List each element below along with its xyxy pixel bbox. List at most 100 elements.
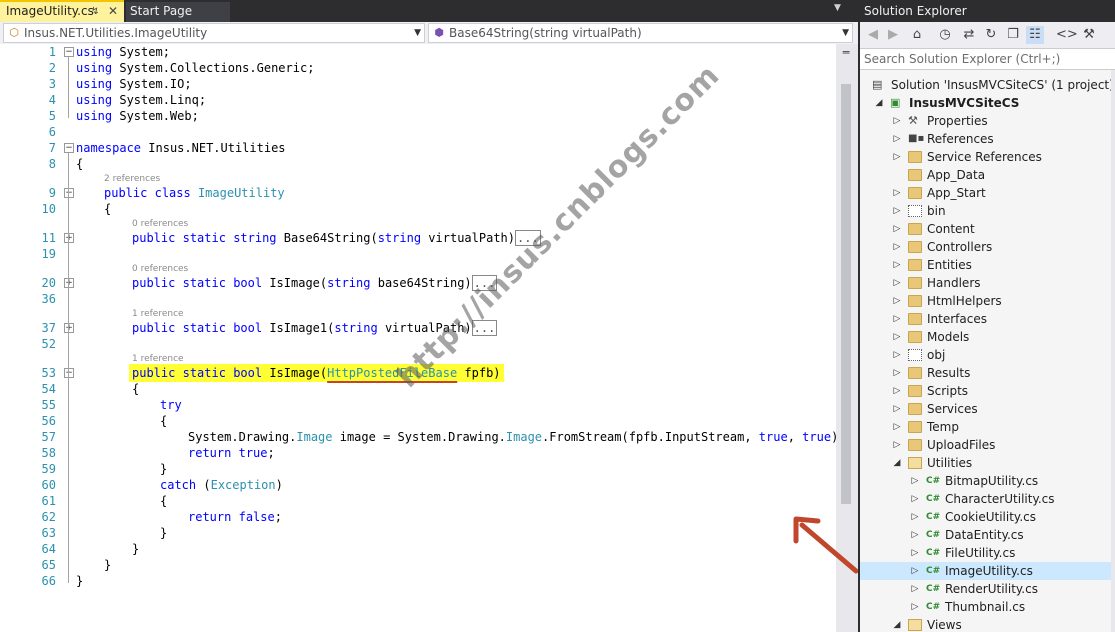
collapsed-arrow-icon[interactable]: ▷ [910,562,920,580]
code-editor[interactable]: ImageUtility.cs ↯ ✕ Start Page ▼ ⬡ Insus.… [0,0,858,632]
class-dropdown[interactable]: ⬡ Insus.NET.Utilities.ImageUtility ▼ [3,23,425,43]
code-line[interactable]: public static bool IsImage(string base64… [132,275,498,291]
show-all-files-icon[interactable]: ☷ [1026,26,1044,44]
collapsed-arrow-icon[interactable]: ▷ [892,274,902,292]
tree-item[interactable]: ▷ Models [860,328,1115,346]
close-icon[interactable]: ✕ [108,2,118,21]
expanded-arrow-icon[interactable]: ◢ [892,454,902,472]
collapsed-arrow-icon[interactable]: ▷ [910,580,920,598]
code-line[interactable]: using System.Linq; [76,92,206,108]
collapsed-arrow-icon[interactable]: ▷ [892,130,902,148]
history-icon[interactable]: ◷ [936,26,954,44]
vertical-scrollbar[interactable] [1111,70,1115,632]
code-line[interactable]: } [76,573,83,589]
tab-imageutility[interactable]: ImageUtility.cs ↯ ✕ [0,0,124,24]
code-area[interactable]: 1 using System; −2 using System.Collections… [0,44,846,632]
code-line[interactable]: System.Drawing.Image image = System.Draw… [188,429,846,445]
collapsed-arrow-icon[interactable]: ▷ [910,598,920,616]
tree-item[interactable]: ▷ ■▪ References [860,130,1115,148]
tree-item[interactable]: ▷ Handlers [860,274,1115,292]
collapsed-arrow-icon[interactable]: ▷ [910,490,920,508]
collapse-icon[interactable]: − [64,368,74,378]
home-icon[interactable]: ⌂ [908,26,926,44]
code-line[interactable]: { [104,201,111,217]
forward-icon[interactable]: ▶ [884,26,902,44]
tree-item[interactable]: ◢ ▣ InsusMVCSiteCS [860,94,1115,112]
collapsed-arrow-icon[interactable]: ▷ [892,292,902,310]
code-line[interactable]: { [160,493,167,509]
code-lens-references[interactable]: 1 reference [132,308,184,320]
tree-item[interactable]: ▷ C# BitmapUtility.cs [860,472,1115,490]
chevron-down-icon[interactable]: ▼ [414,24,421,42]
collapse-all-icon[interactable]: ❐ [1004,26,1022,44]
tree-item[interactable]: ▷ bin [860,202,1115,220]
tree-item[interactable]: ▷ Controllers [860,238,1115,256]
tree-item[interactable]: ◢ Views [860,616,1115,632]
code-line[interactable]: } [160,525,167,541]
collapsed-arrow-icon[interactable]: ▷ [892,400,902,418]
expand-icon[interactable]: + [64,233,74,243]
code-lens-references[interactable]: 0 references [132,263,188,275]
tree-item[interactable]: ▷ C# DataEntity.cs [860,526,1115,544]
code-line[interactable]: { [160,413,167,429]
collapsed-arrow-icon[interactable]: ▷ [910,508,920,526]
code-line[interactable]: using System.Collections.Generic; [76,60,314,76]
tree-item[interactable]: ▷ Service References [860,148,1115,166]
tree-item[interactable]: ▷ Entities [860,256,1115,274]
tree-item[interactable]: ▷ C# CookieUtility.cs [860,508,1115,526]
code-line[interactable]: public static string Base64String(string… [132,230,541,246]
collapsed-arrow-icon[interactable]: ▷ [892,202,902,220]
collapsed-arrow-icon[interactable]: ▷ [892,382,902,400]
expanded-arrow-icon[interactable]: ◢ [874,94,884,112]
tree-item[interactable]: App_Data [860,166,1115,184]
collapsed-arrow-icon[interactable]: ▷ [892,436,902,454]
tree-item[interactable]: ▷ C# CharacterUtility.cs [860,490,1115,508]
collapsed-arrow-icon[interactable]: ▷ [892,328,902,346]
tree-item[interactable]: ▷ C# FileUtility.cs [860,544,1115,562]
collapsed-arrow-icon[interactable]: ▷ [910,544,920,562]
search-input[interactable]: Search Solution Explorer (Ctrl+;) [860,49,1115,70]
code-lens-references[interactable]: 0 references [132,218,188,230]
code-line[interactable]: try [160,397,182,413]
code-line[interactable]: } [104,557,111,573]
collapsed-arrow-icon[interactable]: ▷ [910,472,920,490]
collapsed-arrow-icon[interactable]: ▷ [892,418,902,436]
tree-item[interactable]: ▷ HtmlHelpers [860,292,1115,310]
collapsed-arrow-icon[interactable]: ▷ [910,526,920,544]
collapsed-arrow-icon[interactable]: ▷ [892,220,902,238]
code-line[interactable]: { [132,381,139,397]
pin-icon[interactable]: ↯ [91,2,99,21]
code-line[interactable]: using System.IO; [76,76,192,92]
collapsed-arrow-icon[interactable]: ▷ [892,238,902,256]
tree-item[interactable]: ▷ obj [860,346,1115,364]
collapsed-arrow-icon[interactable]: ▷ [892,256,902,274]
code-line[interactable]: return false; [188,509,282,525]
expand-icon[interactable]: + [64,323,74,333]
tree-item[interactable]: ▷ App_Start [860,184,1115,202]
back-icon[interactable]: ◀ [864,26,882,44]
collapsed-arrow-icon[interactable]: ▷ [892,148,902,166]
tree-item[interactable]: ◢ Utilities [860,454,1115,472]
collapsed-arrow-icon[interactable]: ▷ [892,310,902,328]
code-line[interactable]: public static bool IsImage(HttpPostedFil… [129,364,504,382]
properties-icon[interactable]: ⚒ [1080,26,1098,44]
view-code-icon[interactable]: <> [1056,26,1078,44]
tree-item[interactable]: ▤ Solution 'InsusMVCSiteCS' (1 project) [860,76,1115,94]
tab-overflow-dropdown-icon[interactable]: ▼ [834,3,841,13]
expand-icon[interactable]: + [64,278,74,288]
collapse-icon[interactable]: − [64,47,74,57]
collapsed-arrow-icon[interactable]: ▷ [892,112,902,130]
tab-start-page[interactable]: Start Page [126,2,230,22]
collapsed-arrow-icon[interactable]: ▷ [892,184,902,202]
collapsed-arrow-icon[interactable]: ▷ [892,364,902,382]
collapse-icon[interactable]: − [64,188,74,198]
tree-item[interactable]: ▷ ⚒ Properties [860,112,1115,130]
tree-item[interactable]: ▷ C# Thumbnail.cs [860,598,1115,616]
tree-item[interactable]: ▷ Interfaces [860,310,1115,328]
chevron-down-icon[interactable]: ▼ [842,24,849,42]
scrollbar-thumb[interactable] [841,84,851,504]
tree-item[interactable]: ▷ Scripts [860,382,1115,400]
member-dropdown[interactable]: ⬢ Base64String(string virtualPath) ▼ [428,23,853,43]
code-line[interactable]: } [160,461,167,477]
tree-item[interactable]: ▷ UploadFiles [860,436,1115,454]
